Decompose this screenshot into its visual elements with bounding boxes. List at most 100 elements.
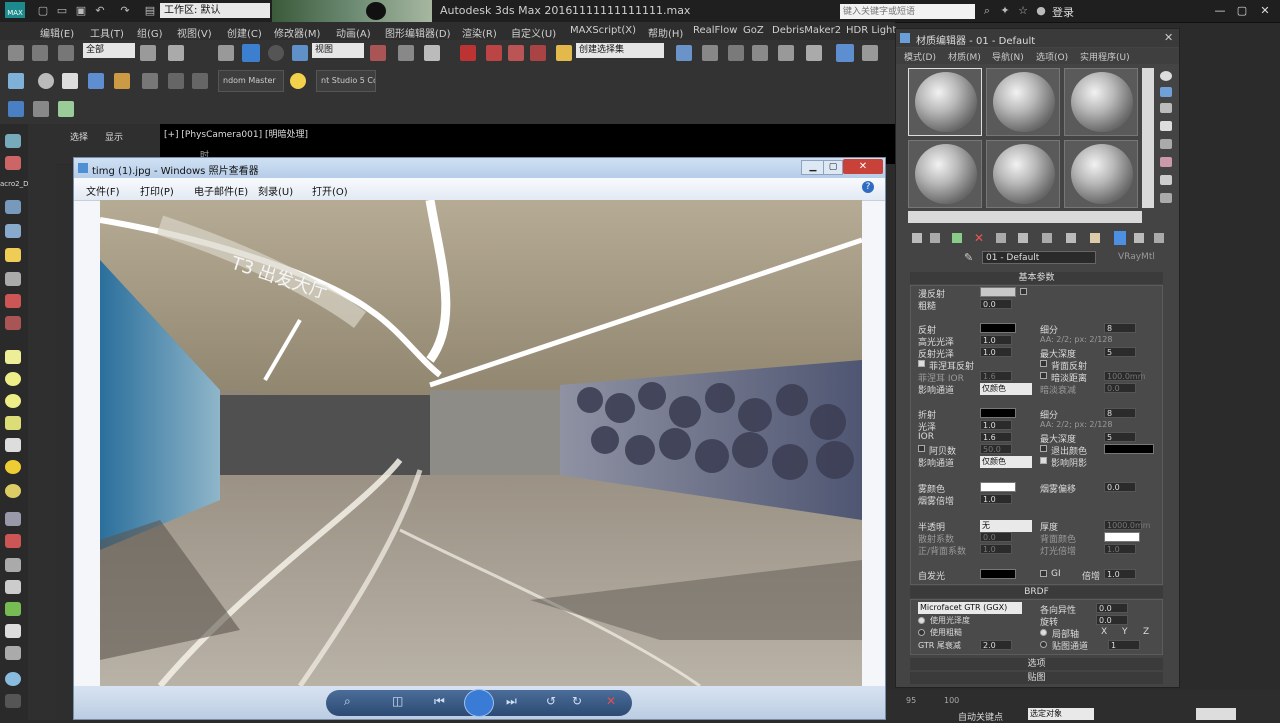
schematic-view-icon[interactable] bbox=[806, 45, 822, 61]
go-to-parent-icon[interactable] bbox=[1134, 233, 1144, 243]
tool-icon[interactable] bbox=[88, 73, 104, 89]
menu-item[interactable]: 渲染(R) bbox=[462, 25, 497, 40]
brdf-type-select[interactable]: Microfacet GTR (GGX) bbox=[918, 602, 1022, 614]
shirt-icon[interactable] bbox=[62, 73, 78, 89]
zoom-icon[interactable]: ⌕ bbox=[344, 694, 351, 709]
show-end-result-icon[interactable] bbox=[1114, 231, 1126, 245]
particle-icon[interactable] bbox=[8, 73, 24, 89]
map-channel-value[interactable]: 1 bbox=[1108, 640, 1140, 650]
menu-item[interactable]: DebrisMaker2 bbox=[772, 25, 841, 36]
globe-tool-icon[interactable] bbox=[5, 672, 21, 686]
me-menu-options[interactable]: 选项(O) bbox=[1036, 50, 1068, 63]
roughness-value[interactable]: 0.0 bbox=[980, 299, 1012, 309]
map-channel-radio[interactable] bbox=[1040, 641, 1047, 648]
sun-tool-icon[interactable] bbox=[5, 460, 21, 474]
put-to-scene-icon[interactable] bbox=[930, 233, 940, 243]
key-tool-icon[interactable] bbox=[5, 694, 21, 708]
named-selection-select[interactable]: 创建选择集 bbox=[576, 43, 664, 58]
material-slot-2[interactable] bbox=[986, 68, 1060, 136]
minimize-icon[interactable]: — bbox=[1210, 3, 1230, 18]
local-axis-radio[interactable] bbox=[1040, 629, 1047, 636]
dot-tool-icon[interactable] bbox=[5, 484, 21, 498]
get-material-icon[interactable] bbox=[912, 233, 922, 243]
help-icon[interactable]: ? bbox=[862, 181, 874, 193]
slot-horizontal-scrollbar[interactable] bbox=[908, 211, 1142, 223]
previous-icon[interactable]: ⏮ bbox=[434, 694, 445, 709]
refr-gloss-value[interactable]: 1.0 bbox=[980, 420, 1012, 430]
align-icon[interactable] bbox=[702, 45, 718, 61]
menu-item[interactable]: 修改器(M) bbox=[274, 25, 320, 40]
menu-item[interactable]: 视图(V) bbox=[177, 25, 212, 40]
plane-tool-icon[interactable] bbox=[5, 350, 21, 364]
binoculars-icon[interactable]: ⌕ bbox=[980, 4, 994, 18]
edit-named-sel-icon[interactable] bbox=[556, 45, 572, 61]
photo-menu-file[interactable]: 文件(F) bbox=[86, 183, 120, 198]
hilight-gloss-value[interactable]: 1.0 bbox=[980, 335, 1012, 345]
pivot-icon[interactable] bbox=[370, 45, 386, 61]
percent-snap-icon[interactable] bbox=[508, 45, 524, 61]
material-slot-5[interactable] bbox=[986, 140, 1060, 208]
refr-affect-select[interactable]: 仅颜色 bbox=[980, 456, 1032, 468]
copy-material-icon[interactable] bbox=[996, 233, 1006, 243]
reflect-color-swatch[interactable] bbox=[980, 323, 1016, 333]
put-to-library-icon[interactable] bbox=[1042, 233, 1052, 243]
rc-icon[interactable] bbox=[8, 101, 24, 117]
backlight-icon[interactable] bbox=[1160, 87, 1172, 97]
bind-spacewarp-icon[interactable] bbox=[58, 45, 74, 61]
axis-y-button[interactable]: Y bbox=[1122, 627, 1128, 637]
rollout-maps[interactable]: 贴图 bbox=[910, 672, 1163, 684]
fresnel-ior-value[interactable]: 1.6 bbox=[980, 371, 1012, 381]
material-type-button[interactable]: VRayMtl bbox=[1118, 252, 1155, 262]
subdivs-value[interactable]: 8 bbox=[1104, 323, 1136, 333]
light-mult-value[interactable]: 1.0 bbox=[1104, 544, 1136, 554]
undo-icon[interactable]: ↶ bbox=[93, 4, 107, 18]
material-editor-close-icon[interactable]: ✕ bbox=[1164, 31, 1173, 44]
refr-depth-value[interactable]: 5 bbox=[1104, 432, 1136, 442]
menu-item[interactable]: 组(G) bbox=[137, 25, 163, 40]
gtr-tail-value[interactable]: 2.0 bbox=[980, 640, 1012, 650]
close-icon[interactable]: ✕ bbox=[1255, 3, 1275, 18]
photo-image[interactable]: T3 出发大厅 bbox=[100, 200, 862, 686]
fog-bias-value[interactable]: 0.0 bbox=[1104, 482, 1136, 492]
selection-filter-select[interactable]: 全部 bbox=[83, 43, 135, 58]
viewport-label[interactable]: [+] [PhysCamera001] [明暗处理] bbox=[164, 127, 308, 140]
scatter-value[interactable]: 0.0 bbox=[980, 532, 1012, 542]
photo-menu-burn[interactable]: 刻录(U) bbox=[258, 183, 293, 198]
diffuse-map-button[interactable] bbox=[1020, 288, 1027, 295]
menu-item[interactable]: 动画(A) bbox=[336, 25, 371, 40]
next-icon[interactable]: ⏭ bbox=[506, 694, 517, 709]
photo-menu-open[interactable]: 打开(O) bbox=[312, 183, 348, 198]
self-illum-swatch[interactable] bbox=[980, 569, 1016, 579]
show-map-icon[interactable] bbox=[1090, 233, 1100, 243]
select-object-icon[interactable] bbox=[140, 45, 156, 61]
photo-maximize-icon[interactable]: ▢ bbox=[823, 160, 843, 175]
snap-toggle-icon[interactable] bbox=[460, 45, 476, 61]
assign-material-icon[interactable] bbox=[952, 233, 962, 243]
me-menu-navigate[interactable]: 导航(N) bbox=[992, 50, 1024, 63]
login-link[interactable]: 登录 bbox=[1052, 4, 1074, 20]
rollout-basic-params[interactable]: 基本参数 bbox=[910, 272, 1163, 284]
background-icon[interactable] bbox=[1160, 103, 1172, 113]
actual-size-icon[interactable]: ◫ bbox=[392, 694, 403, 708]
me-menu-mode[interactable]: 模式(D) bbox=[904, 50, 936, 63]
anisotropy-value[interactable]: 0.0 bbox=[1096, 603, 1128, 613]
table-icon[interactable] bbox=[58, 101, 74, 117]
user-icon[interactable]: ● bbox=[1034, 4, 1048, 18]
cube-tool-icon[interactable] bbox=[5, 558, 21, 572]
keyboard-shortcut-icon[interactable] bbox=[424, 45, 440, 61]
key-filter-select[interactable]: 选定对象 bbox=[1028, 708, 1094, 720]
mult-value[interactable]: 1.0 bbox=[1104, 569, 1136, 579]
crossed-tools-icon[interactable] bbox=[33, 101, 49, 117]
menu-item[interactable]: 工具(T) bbox=[90, 25, 124, 40]
rotate-icon[interactable] bbox=[268, 45, 284, 61]
slideshow-icon[interactable] bbox=[464, 689, 494, 717]
menu-item[interactable]: 帮助(H) bbox=[648, 25, 683, 40]
go-forward-icon[interactable] bbox=[1154, 233, 1164, 243]
box-tool-icon[interactable] bbox=[5, 200, 21, 214]
menu-item[interactable]: 创建(C) bbox=[227, 25, 262, 40]
fwd-back-value[interactable]: 1.0 bbox=[980, 544, 1012, 554]
sample-type-icon[interactable] bbox=[1160, 71, 1172, 81]
status-button[interactable] bbox=[1196, 708, 1236, 720]
move-icon[interactable] bbox=[242, 44, 260, 62]
wheel-tool-icon[interactable] bbox=[5, 646, 21, 660]
